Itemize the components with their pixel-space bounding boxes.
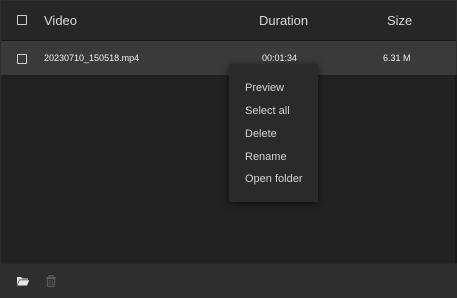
folder-icon[interactable] bbox=[16, 274, 30, 288]
video-duration: 00:01:34 bbox=[262, 53, 298, 63]
menu-item-delete[interactable]: Delete bbox=[245, 128, 277, 141]
column-header-duration[interactable]: Duration bbox=[259, 13, 308, 28]
menu-item-open-folder[interactable]: Open folder bbox=[245, 173, 302, 186]
column-header-size[interactable]: Size bbox=[387, 13, 412, 28]
video-list-window: Video Duration Size 20230710_150518.mp4 … bbox=[0, 0, 457, 298]
trash-icon[interactable] bbox=[44, 274, 58, 288]
menu-item-rename[interactable]: Rename bbox=[245, 151, 287, 164]
video-size: 6.31 M bbox=[383, 53, 411, 63]
menu-item-preview[interactable]: Preview bbox=[245, 82, 284, 95]
select-all-checkbox[interactable] bbox=[17, 15, 27, 25]
column-header-video[interactable]: Video bbox=[44, 13, 77, 28]
menu-item-select-all[interactable]: Select all bbox=[245, 105, 290, 118]
context-menu: Preview Select all Delete Rename Open fo… bbox=[229, 64, 318, 202]
row-checkbox[interactable] bbox=[17, 54, 27, 64]
footer-toolbar bbox=[1, 263, 456, 298]
video-file-name: 20230710_150518.mp4 bbox=[44, 53, 140, 63]
list-header: Video Duration Size bbox=[1, 1, 456, 41]
